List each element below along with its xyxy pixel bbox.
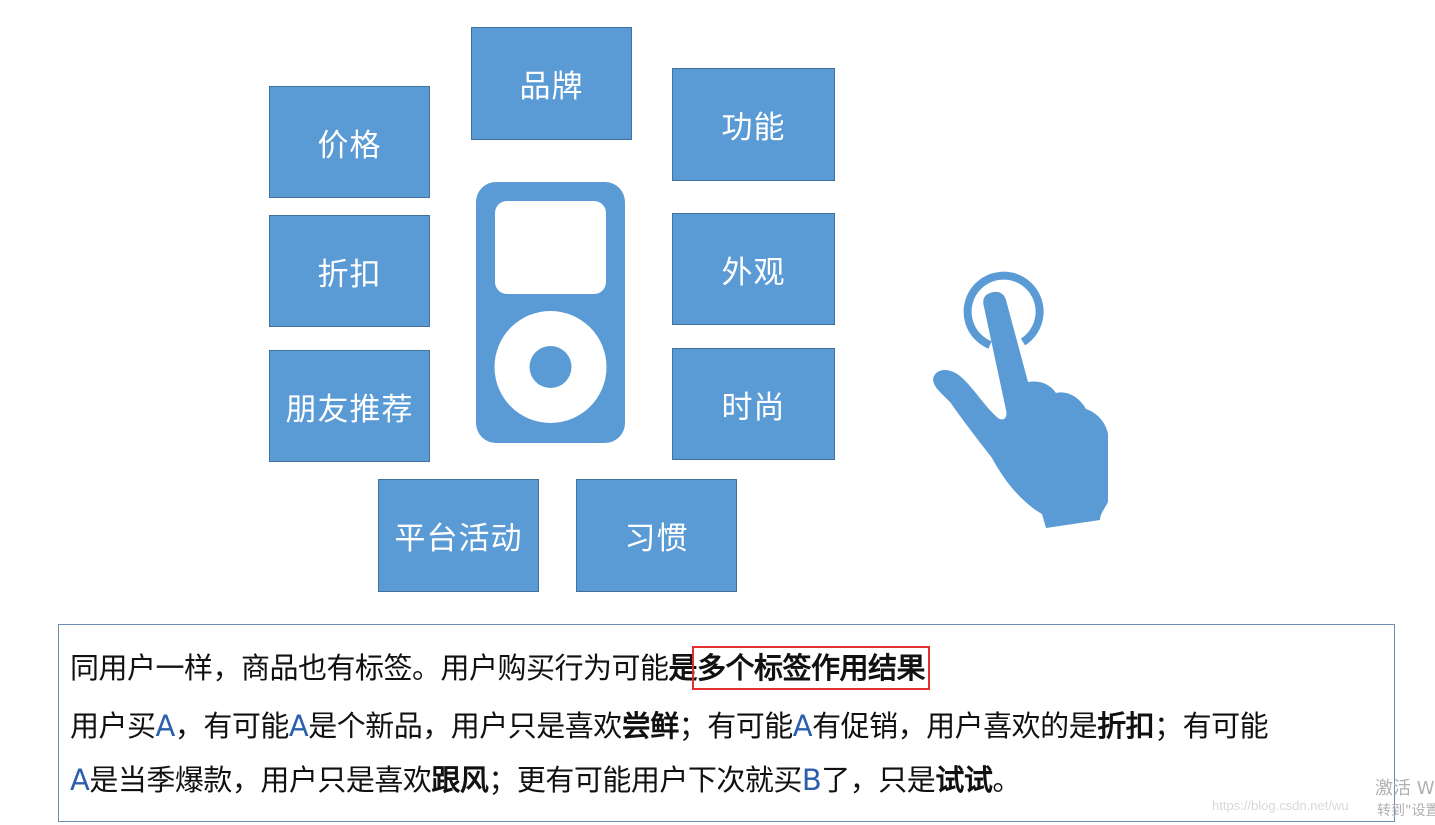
tag-label: 平台活动 <box>394 521 523 557</box>
tag-brand: 品牌 <box>471 27 632 140</box>
text: ；有可能 <box>678 709 794 743</box>
tag-function: 功能 <box>672 68 835 181</box>
tag-label: 时尚 <box>721 389 786 426</box>
tag-friend-recommend: 朋友推荐 <box>269 350 430 462</box>
url-watermark: https://blog.csdn.net/wu <box>1212 798 1349 813</box>
tag-discount: 折扣 <box>269 215 430 327</box>
description-line-2: 用户买A，有可能A是个新品，用户只是喜欢尝鲜；有可能A有促销，用户喜欢的是折扣；… <box>70 703 1269 745</box>
tag-label: 习惯 <box>624 521 689 557</box>
tag-label: 外观 <box>721 254 786 291</box>
text: 有促销，用户喜欢的是 <box>812 709 1098 743</box>
description-line-1: 同用户一样，商品也有标签。用户购买行为可能是多个标签作用结果 <box>70 645 931 690</box>
text: 。 <box>992 763 1021 797</box>
tag-fashion: 时尚 <box>672 348 835 460</box>
product-letter: A <box>70 763 90 797</box>
bold-keyword: 折扣 <box>1097 709 1155 743</box>
highlighted-phrase: 多个标签作用结果 <box>692 646 931 690</box>
ipod-icon <box>476 182 625 443</box>
ipod-center-button <box>529 346 572 388</box>
tag-label: 价格 <box>317 127 382 164</box>
text: 是当季爆款，用户只是喜欢 <box>89 763 432 797</box>
description-line-3: A是当季爆款，用户只是喜欢跟风；更有可能用户下次就买B了，只是试试。 <box>70 757 1021 799</box>
bold-keyword: 试试 <box>935 763 993 797</box>
tag-price: 价格 <box>269 86 430 198</box>
tag-label: 朋友推荐 <box>285 391 414 428</box>
hand-shape <box>933 291 1108 528</box>
activation-watermark: 激活 W <box>1375 778 1435 799</box>
text: ；有可能 <box>1154 709 1269 743</box>
settings-watermark: 转到"设置 <box>1377 803 1435 819</box>
description-box: 同用户一样，商品也有标签。用户购买行为可能是多个标签作用结果 用户买A，有可能A… <box>58 624 1395 822</box>
bold-keyword: 跟风 <box>431 763 489 797</box>
product-letter: A <box>288 709 309 743</box>
text: ；更有可能用户下次就买 <box>488 763 802 797</box>
text: 是个新品，用户只是喜欢 <box>308 709 622 743</box>
tag-label: 折扣 <box>317 256 382 293</box>
ipod-screen <box>495 201 606 294</box>
text: ，有可能 <box>174 709 290 743</box>
bold-text: 是 <box>668 651 698 685</box>
product-letter: A <box>155 709 176 743</box>
tag-habit: 习惯 <box>576 479 737 592</box>
tag-label: 功能 <box>721 110 786 146</box>
product-letter: A <box>792 709 813 743</box>
text: 同用户一样，商品也有标签。用户购买行为可能 <box>70 651 669 685</box>
tag-appearance: 外观 <box>672 213 835 325</box>
tag-label: 品牌 <box>519 69 584 105</box>
tag-platform-activity: 平台活动 <box>378 479 539 592</box>
text: 了，只是 <box>821 763 936 797</box>
hand-tap-icon <box>933 271 1108 528</box>
text: 用户买 <box>70 709 156 743</box>
bold-keyword: 尝鲜 <box>621 709 680 743</box>
product-letter: B <box>801 763 822 797</box>
